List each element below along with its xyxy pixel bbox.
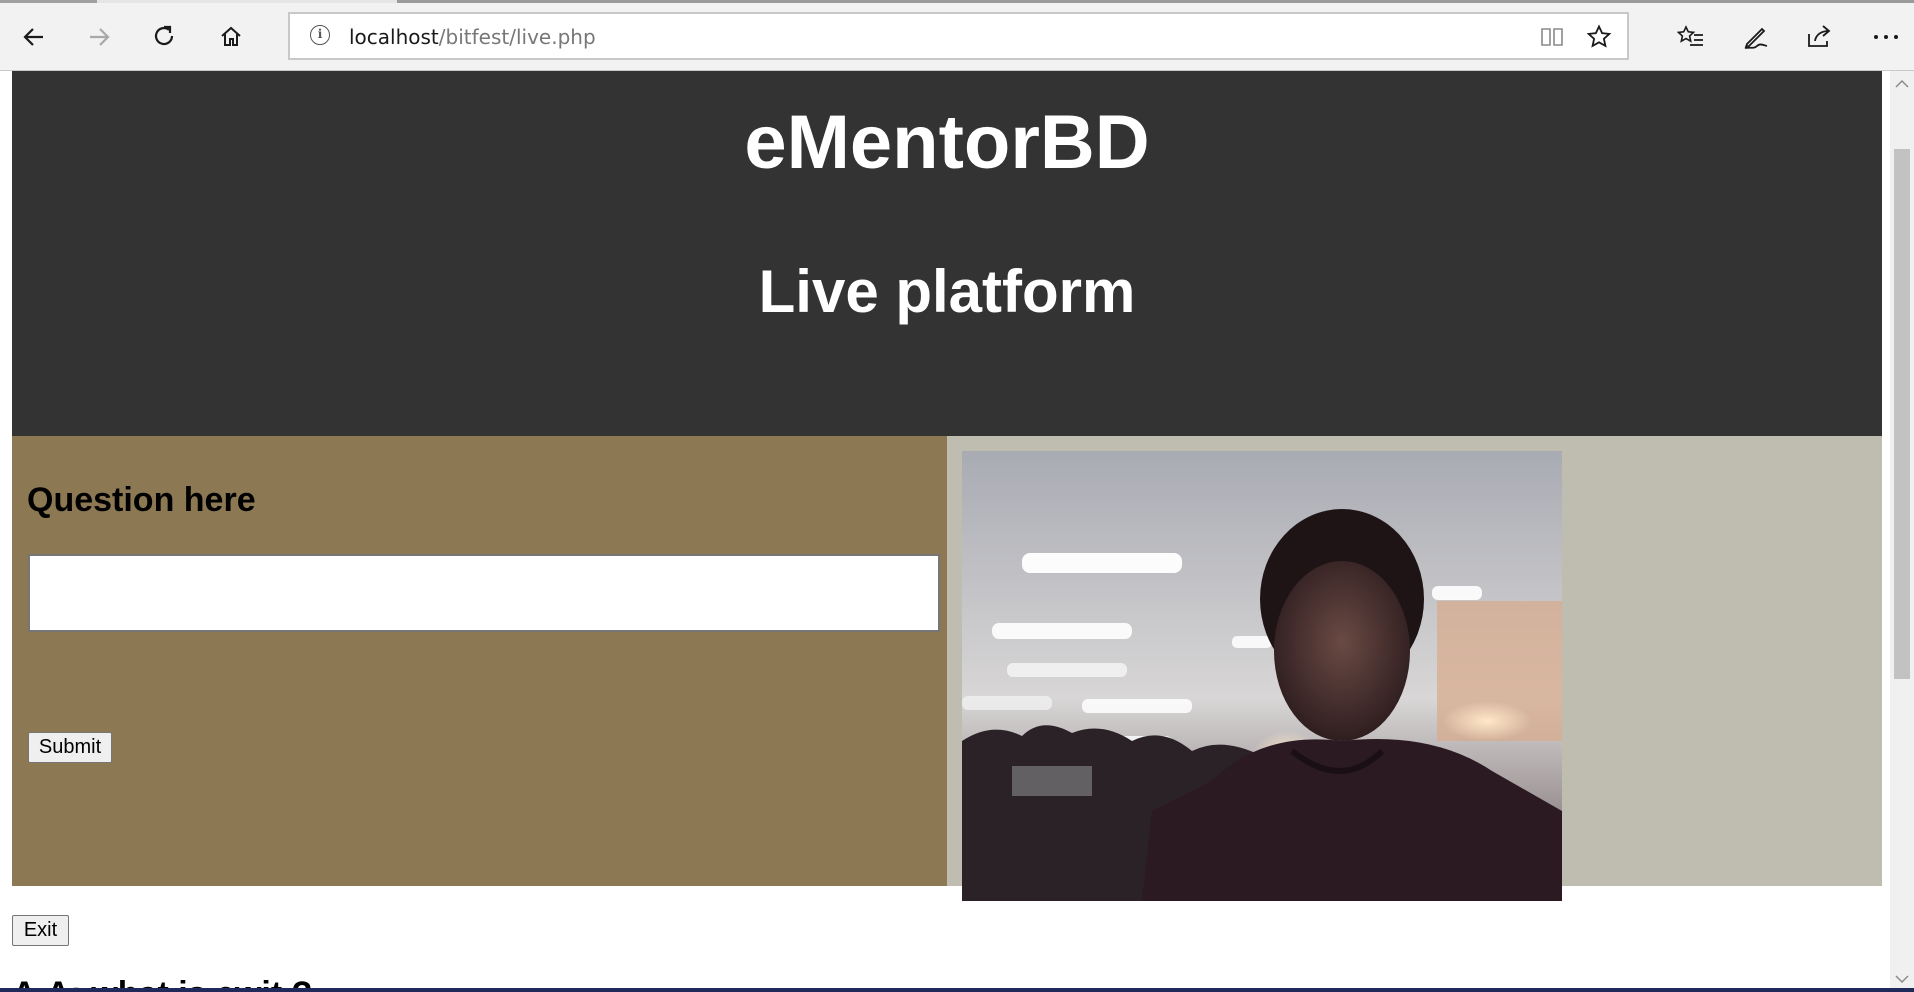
refresh-icon [154,25,174,46]
webcam-feed-image [962,451,1562,901]
page-viewport: eMentorBD Live platform Question here Su… [0,71,1890,992]
notes-button[interactable] [1735,16,1777,58]
exit-button[interactable]: Exit [12,915,69,946]
share-button[interactable] [1799,16,1841,58]
scroll-up-button[interactable] [1890,73,1914,95]
url-host: localhost [349,25,439,49]
favorites-hub-button[interactable] [1670,16,1712,58]
share-icon [1808,25,1831,47]
question-heading: Question here [27,481,256,519]
chevron-up-icon [1895,79,1909,88]
refresh-button[interactable] [144,16,186,58]
favorite-button[interactable] [1586,24,1612,50]
browser-toolbar: i localhost/bitfest/live.php [0,3,1914,71]
page-scrollbar[interactable] [1890,71,1914,992]
more-button[interactable] [1865,16,1907,58]
reading-view-button[interactable] [1539,24,1565,50]
url-path: /bitfest/live.php [438,25,596,49]
forward-arrow-icon [90,28,110,46]
back-arrow-icon [23,28,43,46]
address-bar[interactable]: i localhost/bitfest/live.php [288,12,1629,60]
favorites-list-icon [1677,25,1703,46]
url-text[interactable]: localhost/bitfest/live.php [349,25,596,49]
webcam-video[interactable] [962,451,1562,901]
question-input[interactable] [28,554,940,632]
forward-button[interactable] [78,16,120,58]
site-subtitle: Live platform [758,258,1136,325]
reading-view-icon [1541,28,1563,46]
star-icon [1586,24,1612,48]
scrollbar-thumb[interactable] [1894,149,1910,679]
home-icon [221,26,241,46]
site-header: eMentorBD Live platform [12,71,1882,436]
back-button[interactable] [13,16,55,58]
question-panel: Question here Submit [12,436,947,886]
taskbar-edge [0,988,1914,992]
site-title: eMentorBD [744,100,1150,185]
more-dots-icon [1874,35,1898,39]
submit-button[interactable]: Submit [28,732,112,763]
scroll-down-button[interactable] [1890,968,1914,990]
pen-icon [1744,27,1768,49]
chevron-down-icon [1895,975,1909,984]
info-icon[interactable]: i [310,25,330,45]
home-button[interactable] [210,16,252,58]
